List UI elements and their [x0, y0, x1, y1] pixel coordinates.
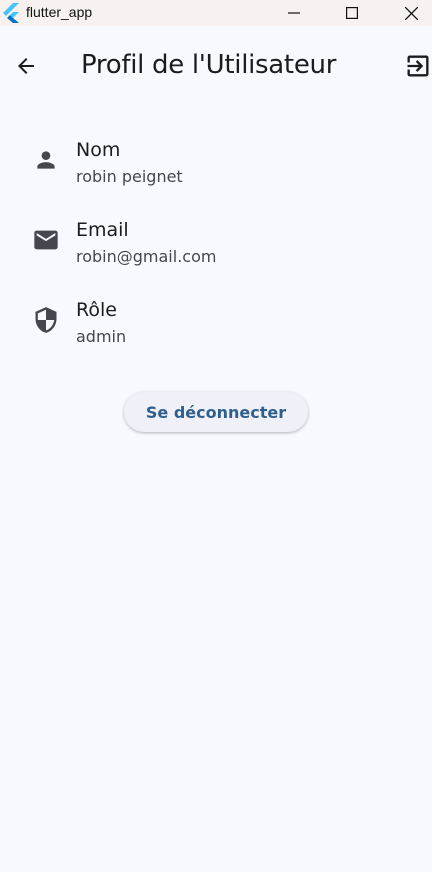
close-icon — [404, 6, 418, 20]
profile-role-label: Rôle — [76, 299, 117, 321]
profile-role-value: admin — [76, 327, 127, 346]
window-title: flutter_app — [26, 4, 93, 20]
shield-icon — [32, 306, 60, 334]
close-button[interactable] — [388, 0, 432, 26]
profile-email-label: Email — [76, 219, 129, 241]
arrow-back-icon — [18, 58, 34, 74]
logout-icon-button[interactable] — [398, 48, 432, 84]
mail-icon — [32, 226, 60, 254]
profile-info-list: Nom robin peignet Email robin@gmail.com … — [0, 130, 432, 370]
profile-row-email: Email robin@gmail.com — [0, 210, 432, 290]
minimize-button[interactable] — [271, 0, 317, 26]
profile-row-role: Rôle admin — [0, 290, 432, 370]
person-icon — [32, 146, 60, 174]
logout-icon — [407, 55, 429, 77]
profile-name-label: Nom — [76, 139, 121, 161]
back-button[interactable] — [8, 48, 44, 84]
minimize-icon — [288, 12, 300, 14]
profile-name-value: robin peignet — [76, 167, 183, 186]
maximize-icon — [346, 7, 358, 19]
flutter-logo-icon — [3, 3, 19, 23]
logout-button[interactable]: Se déconnecter — [124, 392, 308, 432]
app-bar: Profil de l'Utilisateur — [0, 26, 432, 108]
window-titlebar: flutter_app — [0, 0, 432, 26]
maximize-button[interactable] — [329, 0, 375, 26]
page-title: Profil de l'Utilisateur — [81, 50, 337, 80]
profile-email-value: robin@gmail.com — [76, 247, 217, 266]
profile-row-name: Nom robin peignet — [0, 130, 432, 210]
